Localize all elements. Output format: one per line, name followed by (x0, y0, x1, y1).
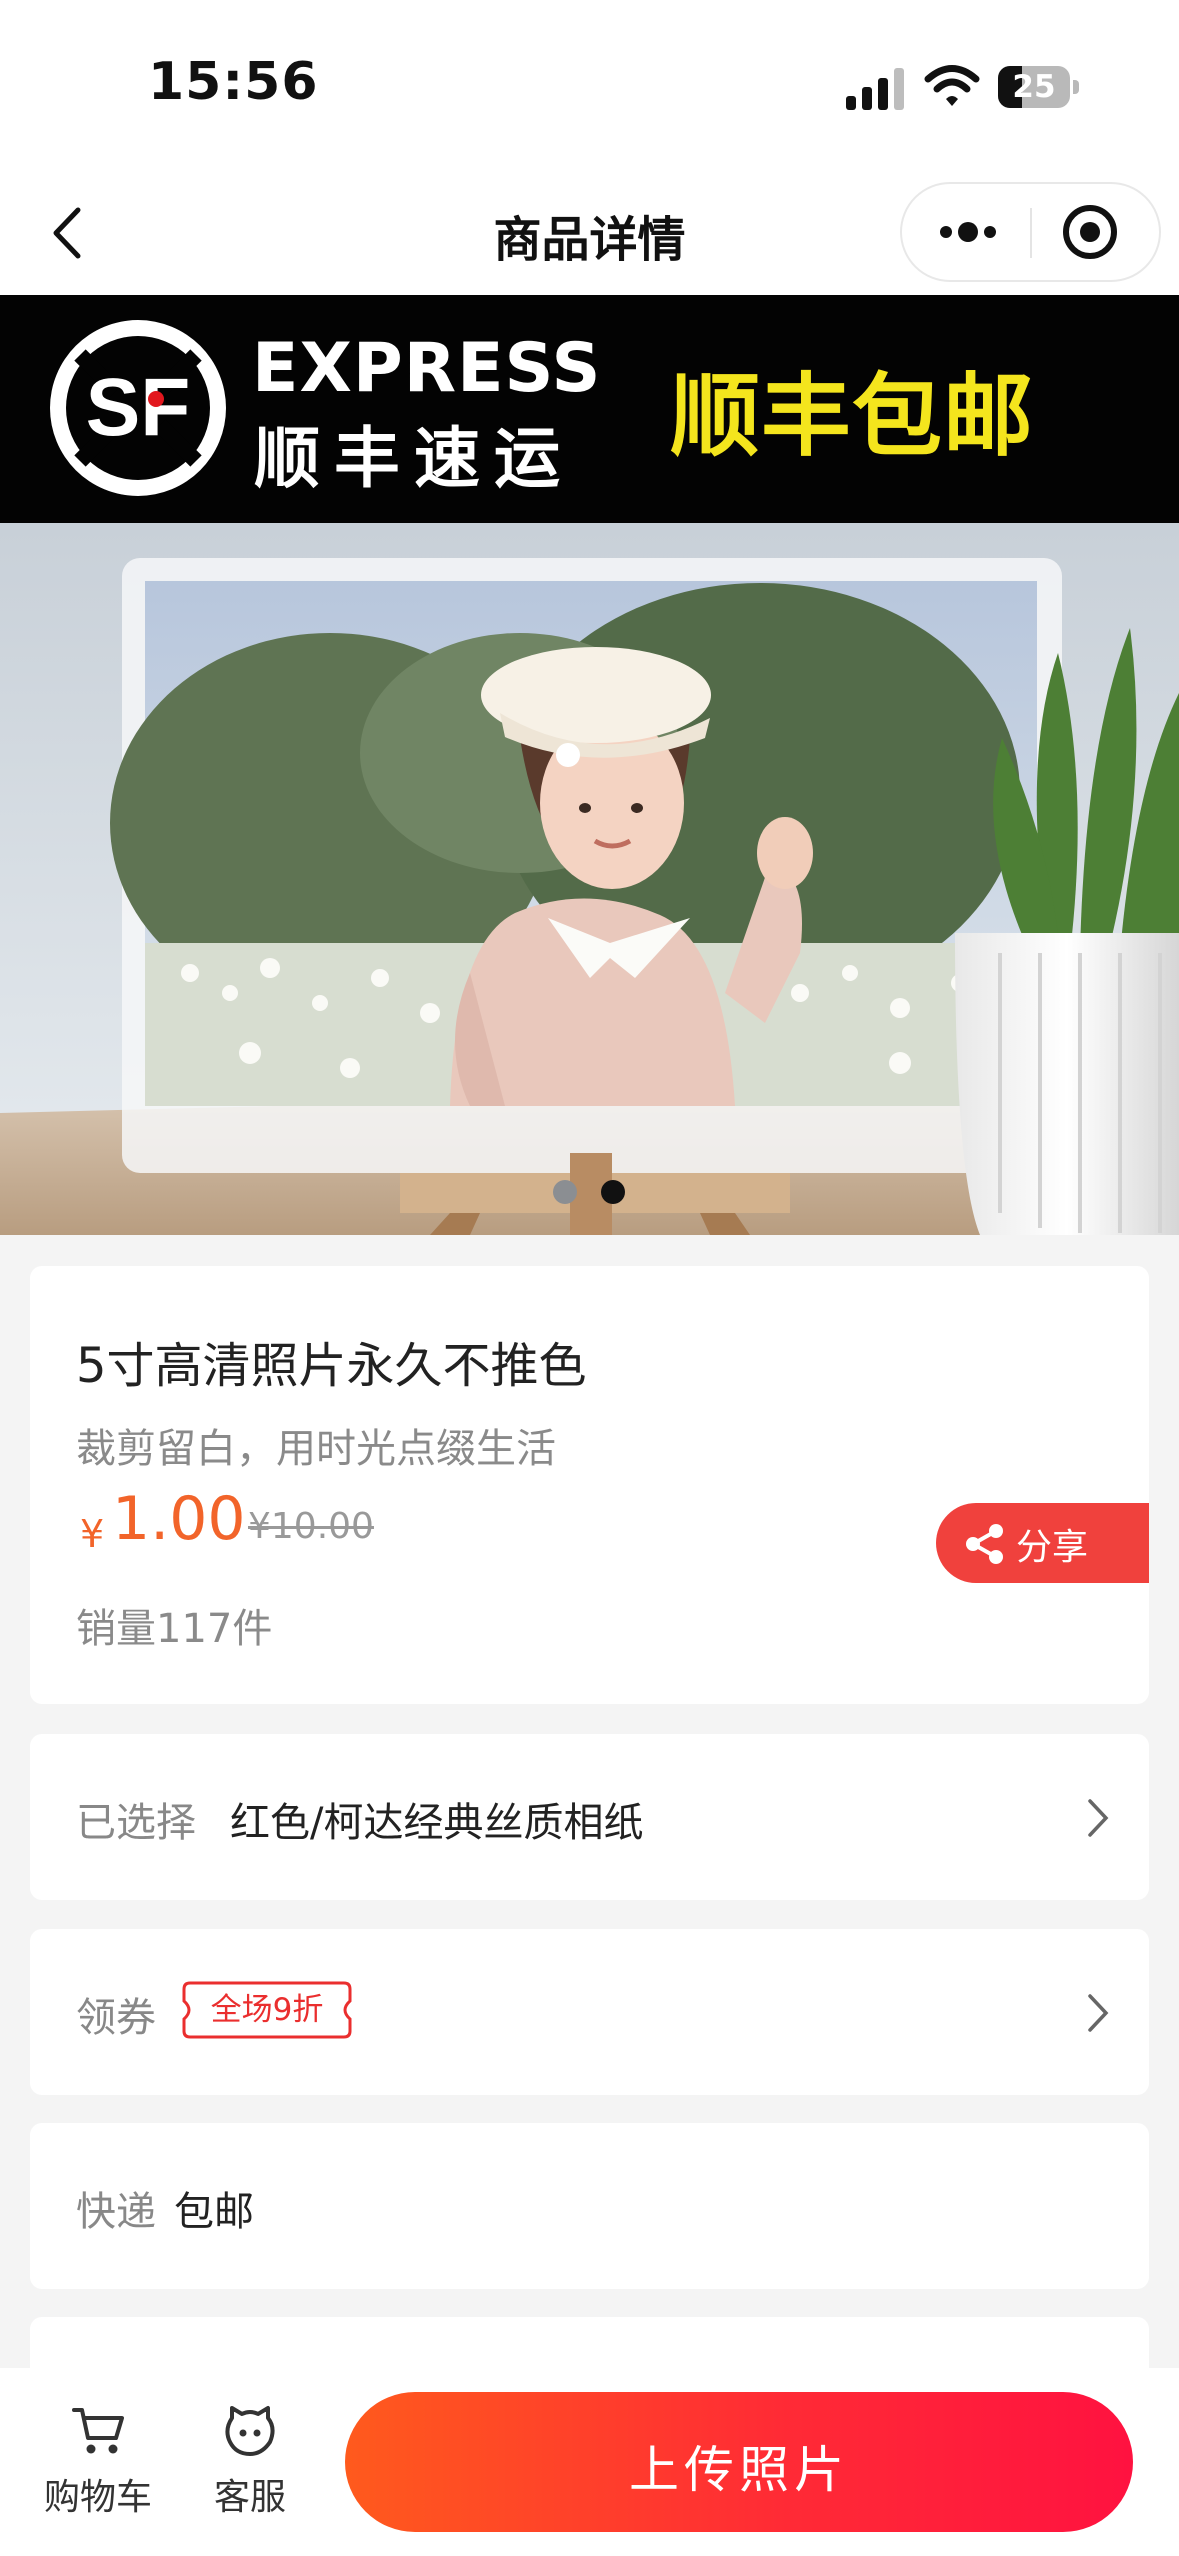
selected-spec-value: 红色/柯达经典丝质相纸 (230, 1800, 644, 1846)
delivery-row: 快递 包邮 (30, 2123, 1149, 2289)
mini-program-capsule (900, 182, 1161, 282)
product-title: 5寸高清照片永久不推色 (76, 1338, 587, 1394)
coupon-label: 领券 (76, 1995, 156, 2041)
product-subtitle: 裁剪留白，用时光点缀生活 (76, 1426, 556, 1472)
carousel-indicator (553, 1180, 633, 1204)
free-shipping-slogan: 顺丰包邮 (670, 364, 1034, 469)
status-time: 15:56 (148, 52, 319, 112)
coupon-row[interactable]: 领券 全场9折 (30, 1929, 1149, 2095)
product-banner-carousel[interactable]: SF EXPRESS 顺丰速运 顺丰包邮 (0, 295, 1179, 1235)
battery-icon: 25 (998, 66, 1080, 108)
sf-express-text: EXPRESS (252, 329, 602, 408)
current-price: 1.00 (112, 1484, 246, 1554)
bottom-action-bar: 购物车 客服 上传照片 (0, 2368, 1179, 2556)
carousel-dot-1[interactable] (553, 1180, 577, 1204)
upload-photo-button[interactable]: 上传照片 (345, 2392, 1133, 2532)
share-icon (966, 1524, 1003, 1564)
selected-label: 已选择 (76, 1800, 196, 1846)
delivery-label: 快递 (76, 2189, 156, 2235)
wifi-icon (924, 65, 980, 106)
close-mini-program-icon[interactable] (1060, 202, 1120, 262)
svg-text:SF: SF (86, 362, 191, 453)
price-currency: ¥ (80, 1512, 105, 1556)
share-button[interactable]: 分享 (936, 1503, 1149, 1583)
sales-count: 销量117件 (76, 1606, 273, 1652)
selected-spec-row[interactable]: 已选择 红色/柯达经典丝质相纸 (30, 1734, 1149, 1900)
coupon-badge-label: 全场9折 (210, 1992, 324, 2028)
product-info-card: 5寸高清照片永久不推色 裁剪留白，用时光点缀生活 ¥ 1.00 ¥10.00 销… (30, 1266, 1149, 1704)
more-options-icon[interactable] (932, 202, 1004, 262)
navigation-bar: 商品详情 (0, 170, 1179, 295)
sf-express-strip: SF EXPRESS 顺丰速运 顺丰包邮 (0, 295, 1179, 523)
coupon-badge[interactable]: 全场9折 (180, 1979, 354, 2041)
product-photo (0, 523, 1179, 1235)
customer-service-icon (225, 2406, 275, 2456)
battery-level: 25 (1012, 69, 1056, 105)
sf-logo-icon: SF (50, 320, 226, 496)
chevron-right-icon (1088, 1994, 1109, 2032)
signal-icon (846, 68, 904, 110)
cart-label: 购物车 (43, 2477, 152, 2518)
customer-service-button[interactable]: 客服 (190, 2400, 310, 2520)
chevron-right-icon (1088, 1799, 1109, 1837)
upload-photo-label: 上传照片 (629, 2441, 849, 2499)
sf-chinese-name: 顺丰速运 (254, 420, 574, 497)
customer-service-label: 客服 (213, 2477, 286, 2518)
delivery-value: 包邮 (174, 2189, 254, 2235)
cart-button[interactable]: 购物车 (38, 2400, 158, 2520)
carousel-dot-2[interactable] (601, 1180, 625, 1204)
status-bar: 15:56 25 (0, 0, 1179, 170)
original-price: ¥10.00 (248, 1506, 374, 1547)
share-label: 分享 (1016, 1527, 1089, 1568)
shopping-cart-icon (72, 2408, 124, 2454)
capsule-divider (1030, 208, 1032, 258)
